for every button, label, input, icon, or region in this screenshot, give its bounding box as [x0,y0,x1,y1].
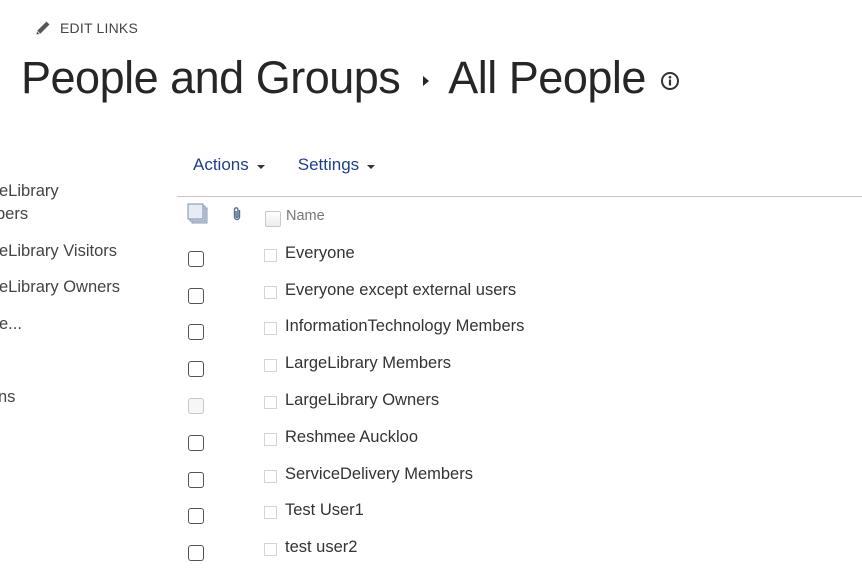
breadcrumb-people-and-groups[interactable]: People and Groups [21,48,401,108]
person-name-link[interactable]: LargeLibrary Owners [285,391,439,410]
item-checkbox[interactable] [264,506,277,519]
actions-label: Actions [193,155,249,174]
person-name-link[interactable]: Everyone except external users [285,281,516,300]
item-checkbox[interactable] [264,359,277,372]
item-checkbox[interactable] [264,433,277,446]
list-row: LargeLibrary Members [0,350,862,387]
chevron-down-icon [256,164,265,169]
settings-label: Settings [297,155,360,174]
nav-item[interactable]: eLibrary [0,180,59,203]
person-name-link[interactable]: test user2 [285,538,357,557]
list-row: test user2 [0,534,862,568]
breadcrumb-current: All People [448,52,646,103]
person-name-link[interactable]: Everyone [285,244,355,263]
item-checkbox[interactable] [264,322,277,335]
person-name-link[interactable]: InformationTechnology Members [285,317,524,336]
row-select-checkbox[interactable] [188,251,204,267]
info-icon[interactable] [660,71,680,91]
list-row: ServiceDelivery Members [0,461,862,498]
pencil-icon [36,21,50,35]
item-checkbox[interactable] [264,396,277,409]
list-row: Reshmee Auckloo [0,424,862,461]
page-title: People and Groups All People [21,48,680,108]
name-column-header[interactable]: Name [286,208,325,224]
list-toolbar: Actions Settings [193,155,376,175]
item-checkbox[interactable] [264,470,277,483]
actions-menu[interactable]: Actions [193,155,265,175]
row-select-checkbox[interactable] [188,545,204,561]
row-select-checkbox[interactable] [188,361,204,377]
list-row: Everyone [0,240,862,277]
row-select-checkbox[interactable] [188,508,204,524]
edit-links-button[interactable]: EDIT LINKS [35,20,138,36]
row-select-checkbox[interactable] [188,324,204,340]
list-row: Test User1 [0,497,862,534]
settings-menu[interactable]: Settings [297,155,376,175]
row-select-checkbox[interactable] [188,435,204,451]
select-all-checkbox[interactable] [265,211,281,227]
page: EDIT LINKS People and Groups All People … [0,0,862,568]
list-row: Everyone except external users [0,277,862,314]
item-checkbox[interactable] [264,286,277,299]
breadcrumb-arrow-icon [423,76,430,86]
row-select-checkbox[interactable] [188,472,204,488]
person-name-link[interactable]: Test User1 [285,501,364,520]
list-header: Name [0,203,862,231]
item-checkbox[interactable] [264,543,277,556]
person-name-link[interactable]: ServiceDelivery Members [285,465,473,484]
row-select-checkbox[interactable] [188,288,204,304]
item-checkbox[interactable] [264,249,277,262]
toolbar-divider [177,196,862,197]
chevron-down-icon [367,164,376,169]
person-name-link[interactable]: Reshmee Auckloo [285,428,418,447]
row-select-checkbox[interactable] [188,398,204,414]
person-name-link[interactable]: LargeLibrary Members [285,354,451,373]
edit-links-label: EDIT LINKS [60,20,138,36]
list-row: InformationTechnology Members [0,313,862,350]
type-icon[interactable] [187,203,209,225]
list-row: LargeLibrary Owners [0,387,862,424]
attachment-icon[interactable] [231,206,243,222]
